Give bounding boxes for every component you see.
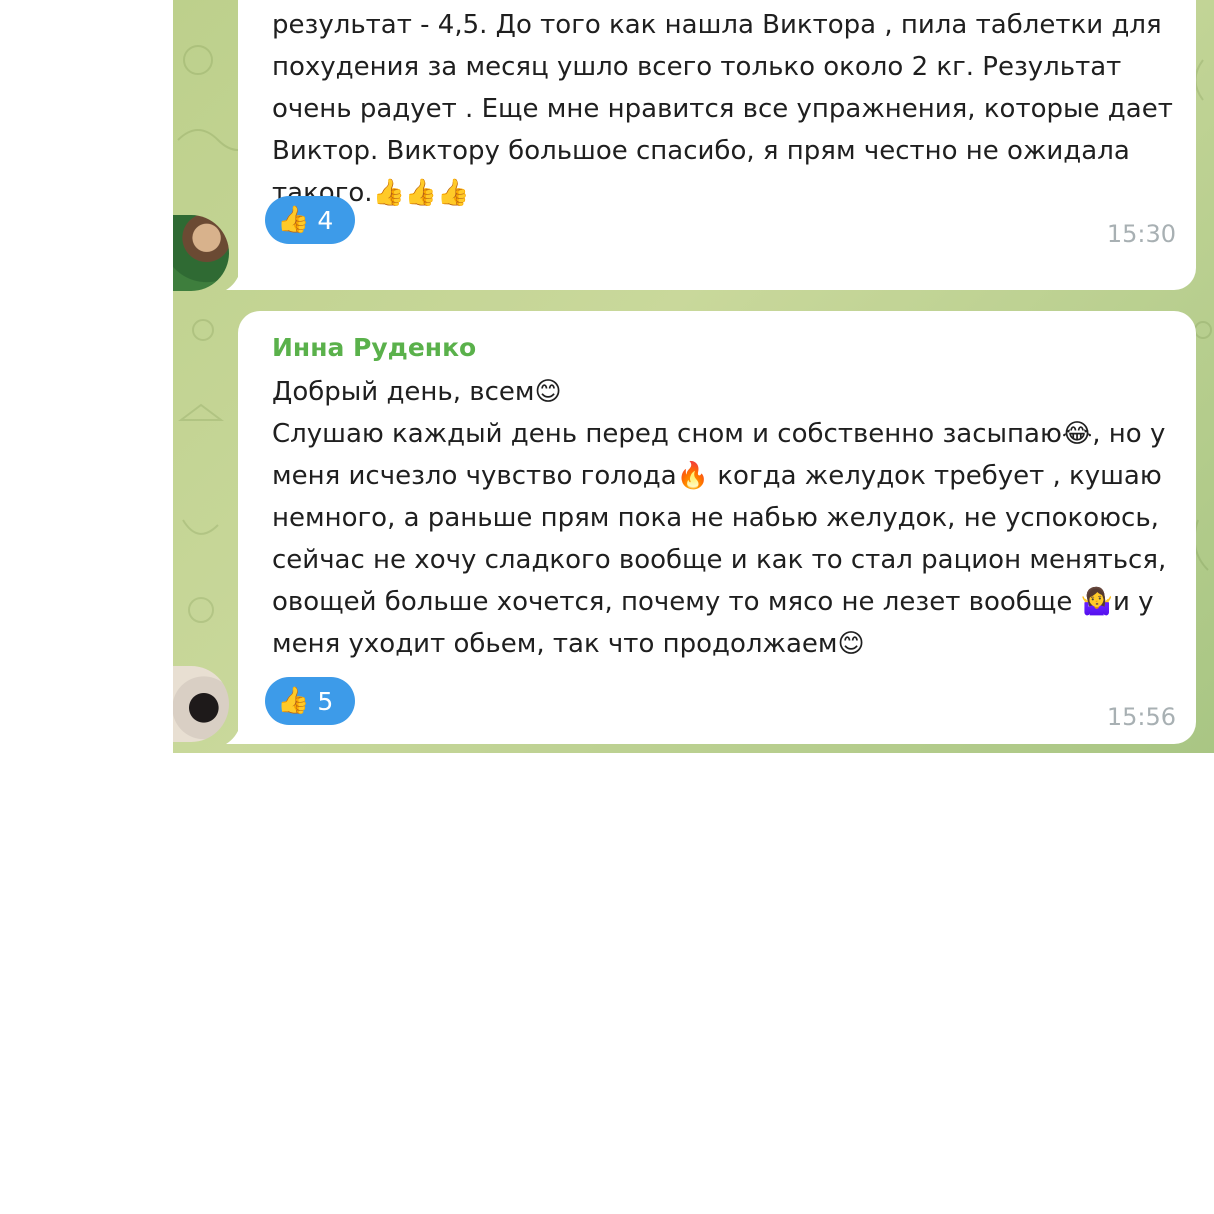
message-bubble[interactable]: Инна Руденко Добрый день, всем😊 Слушаю к… — [226, 311, 1196, 744]
message-line: похудения за месяц ушло всего только око… — [272, 52, 1122, 82]
message-line: Добрый день, всем😊 — [272, 377, 562, 407]
message-line: Виктор. Виктору большое спасибо, я прям … — [272, 136, 1130, 166]
message-text: результат - 4,5. До того как нашла Викто… — [272, 4, 1173, 214]
message-timestamp: 15:56 — [1106, 703, 1176, 731]
message-line: результат - 4,5. До того как нашла Викто… — [272, 10, 1162, 40]
bubble-tail — [226, 726, 240, 744]
message-line: немного, а раньше прям пока не набью жел… — [272, 503, 1159, 533]
message-line: меня исчезло чувство голода🔥 когда желуд… — [272, 461, 1162, 491]
thumbs-up-icon: 👍 — [277, 205, 310, 235]
thumbs-up-icon: 👍 — [277, 686, 310, 716]
message-line: сейчас не хочу сладкого вообще и как то … — [272, 545, 1167, 575]
reaction-count: 4 — [317, 205, 334, 235]
reaction-pill[interactable]: 👍 4 — [265, 196, 355, 244]
message-text: Добрый день, всем😊 Слушаю каждый день пе… — [272, 371, 1166, 665]
message-line: такого.👍👍👍 — [272, 178, 470, 208]
message-line: овощей больше хочется, почему то мясо не… — [272, 587, 1154, 617]
message-line: Слушаю каждый день перед сном и собствен… — [272, 419, 1166, 449]
sender-name[interactable]: Инна Руденко — [272, 333, 476, 362]
chat-area: результат - 4,5. До того как нашла Викто… — [173, 0, 1214, 753]
bubble-tail — [226, 272, 240, 290]
message-bubble[interactable]: результат - 4,5. До того как нашла Викто… — [226, 0, 1196, 290]
message-timestamp: 15:30 — [1106, 220, 1176, 248]
message-line: очень радует . Еще мне нравится все упра… — [272, 94, 1173, 124]
message-line: меня уходит обьем, так что продолжаем😊 — [272, 629, 865, 659]
reaction-pill[interactable]: 👍 5 — [265, 677, 355, 725]
reaction-count: 5 — [317, 686, 334, 716]
